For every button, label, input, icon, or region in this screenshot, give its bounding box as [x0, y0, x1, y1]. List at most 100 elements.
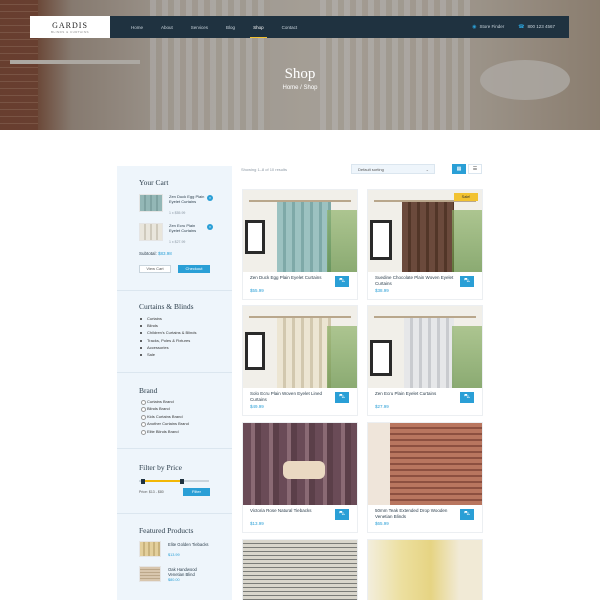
product-card[interactable]: Victoria Rose Natural Tiebacks $13.99 ⛍ [242, 422, 358, 533]
category-item[interactable]: Accessories [139, 344, 196, 351]
product-price: $27.99 [375, 404, 389, 409]
logo-tagline: BLINDS & CURTAINS [50, 29, 90, 34]
remove-item-icon[interactable]: × [207, 195, 213, 201]
product-name[interactable]: Victoria Rose Natural Tiebacks [250, 508, 330, 514]
basket-icon: ⛍ [338, 394, 346, 400]
cart-item-qty: 1 x $55.99 [169, 211, 186, 215]
category-item[interactable]: Children's Curtains & Blinds [139, 329, 196, 336]
category-item[interactable]: Blinds [139, 322, 196, 329]
product-image[interactable] [368, 306, 482, 388]
divider [117, 372, 232, 373]
product-image[interactable] [368, 423, 482, 505]
product-image[interactable] [243, 423, 357, 505]
brand-title: Brand [139, 386, 158, 395]
product-image[interactable] [243, 306, 357, 388]
product-name[interactable]: Solo Ecru Plain Woven Eyelet Lined Curta… [250, 391, 330, 402]
product-price: $49.99 [250, 404, 264, 409]
product-image[interactable] [243, 540, 357, 600]
sort-select[interactable]: Default sorting ⌄ [351, 164, 435, 174]
category-item[interactable]: Curtains [139, 315, 196, 322]
brand-radio[interactable]: Elite Blinds Brand [141, 428, 189, 435]
add-to-cart-button[interactable]: ⛍ [460, 392, 474, 403]
product-name[interactable]: Suedine Chocolate Plain Woven Eyelet Cur… [375, 275, 455, 286]
category-item[interactable]: Tracks, Poles & Fixtures [139, 337, 196, 344]
grid-icon: ▦ [456, 166, 462, 172]
cart-item[interactable]: Zen Ecru Plain Eyelet Curtains 1 x $27.9… [139, 223, 214, 245]
add-to-cart-button[interactable]: ⛍ [335, 509, 349, 520]
grid-view-button[interactable]: ▦ [452, 164, 466, 174]
divider [117, 290, 232, 291]
product-name[interactable]: Zen Duck Egg Plain Eyelet Curtains [250, 275, 330, 281]
basket-icon: ⛍ [463, 511, 471, 517]
phone-link[interactable]: ☎ 800 123 4567 [518, 24, 555, 30]
list-view-button[interactable]: ☰ [468, 164, 482, 174]
featured-product[interactable]: Oak Handwood Venetian Blind $80.00 [139, 566, 214, 586]
price-slider[interactable] [139, 478, 209, 484]
nav-home[interactable]: Home [122, 16, 152, 38]
product-card[interactable] [367, 539, 483, 600]
featured-name[interactable]: Elite Golden Tiebacks [168, 542, 212, 547]
price-filter-title: Filter by Price [139, 463, 182, 472]
product-name[interactable]: Zen Ecru Plain Eyelet Curtains [375, 391, 455, 397]
nav-blog[interactable]: Blog [217, 16, 244, 38]
curtain-drape [277, 202, 331, 272]
view-cart-button[interactable]: View Cart [139, 265, 171, 273]
store-finder-link[interactable]: ◉ Store Finder [472, 24, 504, 30]
price-slider-max-handle[interactable] [180, 478, 185, 484]
wall-picture [370, 220, 392, 260]
checkout-button[interactable]: Checkout [178, 265, 210, 273]
add-to-cart-button[interactable]: ⛍ [460, 509, 474, 520]
product-name[interactable]: 50mm Teak Extended Drop Wooden Venetian … [375, 508, 455, 519]
add-to-cart-button[interactable]: ⛍ [335, 392, 349, 403]
breadcrumb[interactable]: Home / Shop [0, 85, 600, 91]
featured-name[interactable]: Oak Handwood Venetian Blind [168, 567, 212, 577]
nav-about[interactable]: About [152, 16, 182, 38]
basket-icon: ⛍ [463, 394, 471, 400]
filter-button[interactable]: Filter [183, 488, 210, 496]
brand-radio[interactable]: Another Curtains Brand [141, 420, 189, 428]
cart-item-name[interactable]: Zen Duck Egg Plain Eyelet Curtains [169, 194, 205, 204]
nav-services[interactable]: Services [182, 16, 217, 38]
sale-badge: Sale! [454, 193, 478, 201]
header-contacts: ◉ Store Finder ☎ 800 123 4567 [472, 24, 569, 30]
featured-thumbnail[interactable] [139, 566, 161, 582]
product-image[interactable]: Sale! [368, 190, 482, 272]
product-price: $13.99 [250, 521, 264, 526]
cart-item-thumbnail[interactable] [139, 223, 163, 241]
cart-widget: Your Cart [117, 178, 232, 187]
add-to-cart-button[interactable]: ⛍ [335, 276, 349, 287]
curtain-drape [402, 202, 454, 272]
brand-radio[interactable]: Blinds Brand [141, 405, 189, 413]
price-slider-min-handle[interactable] [140, 478, 145, 484]
logo[interactable]: GARDIS BLINDS & CURTAINS [30, 16, 110, 38]
divider [117, 513, 232, 514]
cart-item-thumbnail[interactable] [139, 194, 163, 212]
curtain-drape [277, 318, 331, 388]
product-image[interactable] [368, 540, 482, 600]
brand-radio[interactable]: Curtains Brand [141, 398, 189, 406]
product-card[interactable]: Solo Ecru Plain Woven Eyelet Lined Curta… [242, 305, 358, 416]
product-image[interactable] [243, 190, 357, 272]
cart-item-qty: 1 x $27.99 [169, 240, 186, 244]
cart-item-name[interactable]: Zen Ecru Plain Eyelet Curtains [169, 223, 205, 233]
curtain-drape [404, 318, 454, 388]
product-card[interactable] [242, 539, 358, 600]
basket-icon: ⛍ [338, 278, 346, 284]
featured-price: $80.00 [168, 578, 180, 582]
featured-thumbnail[interactable] [139, 541, 161, 557]
category-item[interactable]: Sale [139, 351, 196, 358]
nav-contact[interactable]: Contact [273, 16, 307, 38]
product-card[interactable]: Sale! Suedine Chocolate Plain Woven Eyel… [367, 189, 483, 300]
product-card[interactable]: Zen Ecru Plain Eyelet Curtains $27.99 ⛍ [367, 305, 483, 416]
add-to-cart-button[interactable]: ⛍ [460, 276, 474, 287]
result-count: Showing 1–8 of 10 results [241, 167, 288, 172]
nav-shop[interactable]: Shop [244, 16, 273, 38]
product-price: $38.99 [375, 288, 389, 293]
brand-radio[interactable]: Kids Curtains Brand [141, 413, 189, 421]
category-list: Curtains Blinds Children's Curtains & Bl… [139, 315, 196, 358]
product-card[interactable]: 50mm Teak Extended Drop Wooden Venetian … [367, 422, 483, 533]
featured-product[interactable]: Elite Golden Tiebacks $13.99 [139, 541, 214, 561]
remove-item-icon[interactable]: × [207, 224, 213, 230]
product-card[interactable]: Zen Duck Egg Plain Eyelet Curtains $55.9… [242, 189, 358, 300]
cart-item[interactable]: Zen Duck Egg Plain Eyelet Curtains 1 x $… [139, 194, 214, 216]
